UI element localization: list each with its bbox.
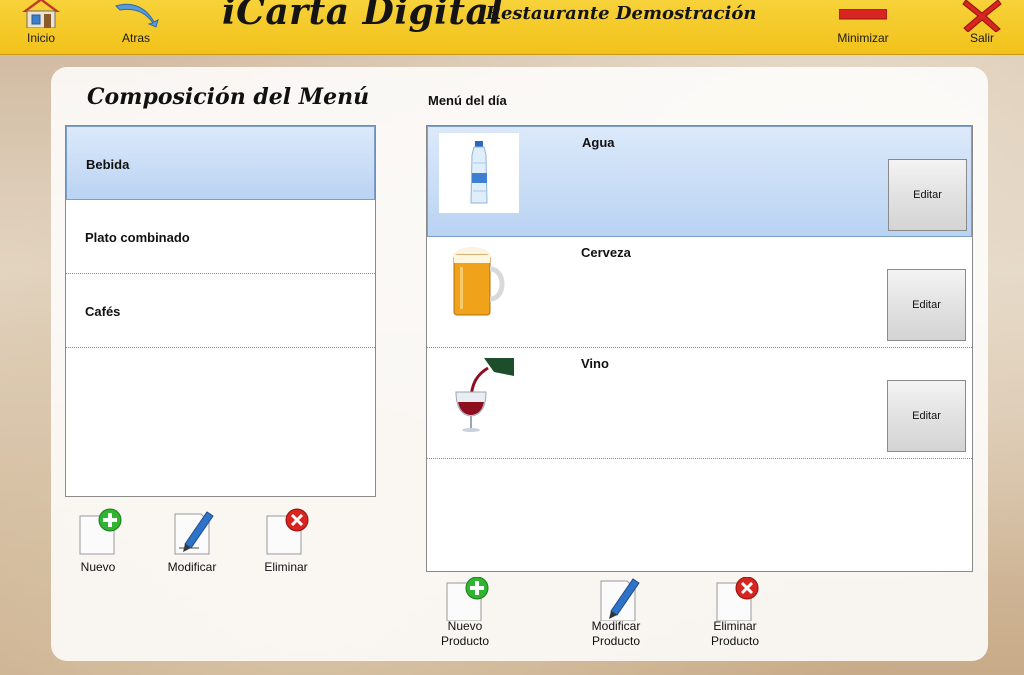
edit-product-button[interactable]: Editar xyxy=(887,380,966,452)
wine-pour-image xyxy=(438,354,518,434)
edit-product-button[interactable]: Editar xyxy=(888,159,967,231)
product-name: Cerveza xyxy=(581,245,631,260)
product-item-vino[interactable]: Vino Editar xyxy=(427,348,972,459)
category-item-bebida[interactable]: Bebida xyxy=(66,126,375,200)
category-item-plato-combinado[interactable]: Plato combinado xyxy=(66,200,375,274)
delete-product-label-line1: Eliminar xyxy=(713,619,757,633)
home-label: Inicio xyxy=(26,31,55,45)
water-bottle-image xyxy=(439,133,519,213)
app-title: iCarta Digital xyxy=(222,0,504,33)
edit-product-action-button[interactable]: Modificar Producto xyxy=(583,577,649,651)
product-item-cerveza[interactable]: Cerveza Editar xyxy=(427,237,972,348)
back-arrow-icon xyxy=(115,3,159,28)
new-product-button[interactable]: Nuevo Producto xyxy=(433,577,497,651)
delete-category-button[interactable]: Eliminar xyxy=(258,508,314,578)
new-product-label-line1: Nuevo xyxy=(447,619,483,633)
exit-label: Salir xyxy=(969,31,994,45)
edit-product-button[interactable]: Editar xyxy=(887,269,966,341)
delete-document-icon xyxy=(266,508,309,555)
home-button[interactable]: Inicio xyxy=(18,0,64,50)
minimize-button[interactable]: Minimizar xyxy=(832,0,894,50)
product-list[interactable]: Agua Editar Cerveza Editar Vino Editar xyxy=(426,125,973,572)
daily-menu-title: Menú del día xyxy=(428,93,507,108)
minimize-icon xyxy=(839,9,887,20)
product-name: Agua xyxy=(582,135,615,150)
delete-document-icon xyxy=(716,577,759,621)
edit-product-label-line2: Producto xyxy=(591,634,641,648)
edit-product-label-line1: Modificar xyxy=(591,619,641,633)
restaurant-name: Restaurante Demostración xyxy=(486,3,757,24)
exit-button[interactable]: Salir xyxy=(960,0,1004,50)
category-label: Plato combinado xyxy=(85,230,190,245)
title-bar: Inicio Atras iCarta Digital Restaurante … xyxy=(0,0,1024,55)
new-category-label: Nuevo xyxy=(80,560,116,574)
category-label: Cafés xyxy=(85,304,121,319)
delete-product-label-line2: Producto xyxy=(710,634,760,648)
new-category-button[interactable]: Nuevo xyxy=(72,508,124,578)
delete-category-label: Eliminar xyxy=(264,560,308,574)
beer-mug-image xyxy=(438,243,518,323)
new-product-label-line2: Producto xyxy=(440,634,490,648)
category-item-cafes[interactable]: Cafés xyxy=(66,274,375,348)
back-label: Atras xyxy=(121,31,150,45)
category-label: Bebida xyxy=(86,157,130,172)
edit-category-label: Modificar xyxy=(167,560,217,574)
edit-document-icon xyxy=(600,578,640,621)
back-button[interactable]: Atras xyxy=(112,0,160,50)
category-list[interactable]: Bebida Plato combinado Cafés xyxy=(65,125,376,497)
menu-composition-title: Composición del Menú xyxy=(87,84,370,110)
close-icon xyxy=(962,0,1002,32)
home-icon xyxy=(22,0,60,28)
edit-document-icon xyxy=(174,511,214,555)
add-document-icon xyxy=(446,577,489,621)
edit-category-button[interactable]: Modificar xyxy=(161,508,223,578)
minimize-label: Minimizar xyxy=(837,31,889,45)
product-item-agua[interactable]: Agua Editar xyxy=(427,126,972,237)
add-document-icon xyxy=(79,508,122,555)
delete-product-button[interactable]: Eliminar Producto xyxy=(703,577,767,651)
product-name: Vino xyxy=(581,356,609,371)
